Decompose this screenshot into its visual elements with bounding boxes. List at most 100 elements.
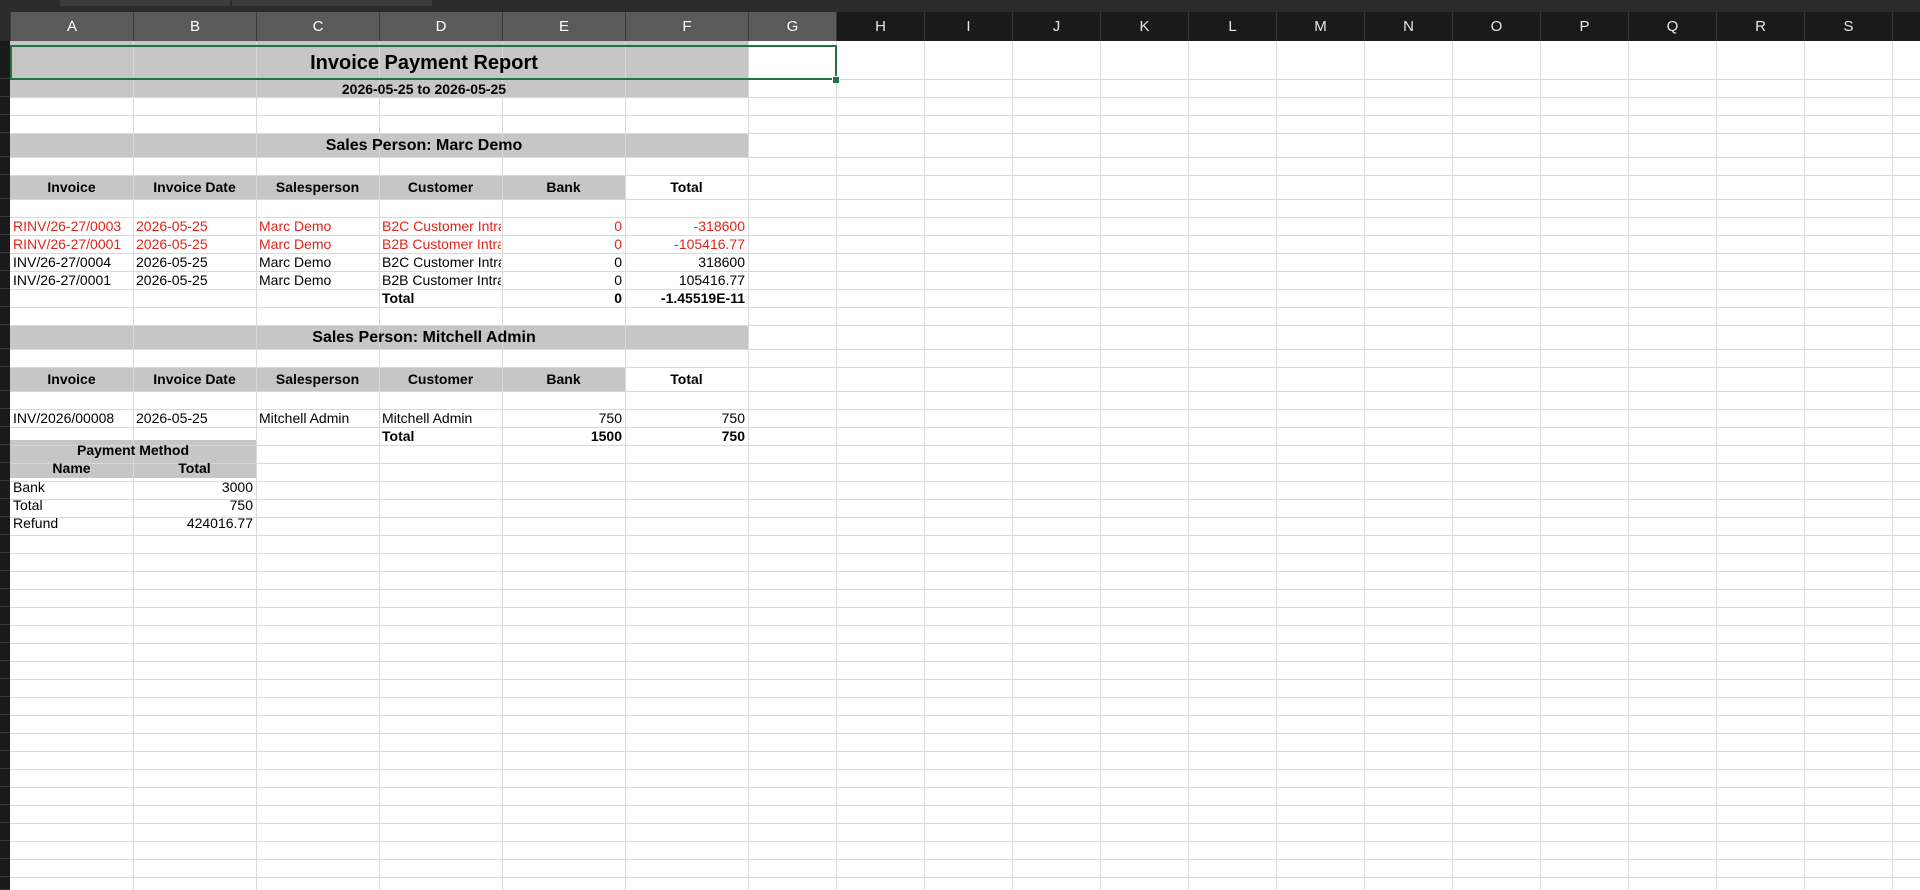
cell-salesperson[interactable]: Mitchell Admin <box>259 409 378 427</box>
row-header[interactable] <box>0 79 10 97</box>
payment-method-name-header[interactable]: Name <box>10 459 133 477</box>
select-all-corner[interactable] <box>0 12 10 41</box>
cell-invoice[interactable]: INV/2026/00008 <box>13 409 132 427</box>
row-header[interactable] <box>0 409 10 427</box>
header-salesperson[interactable]: Salesperson <box>256 178 379 196</box>
cell-bank[interactable]: 0 <box>505 235 622 253</box>
cell-invoice-date[interactable]: 2026-05-25 <box>136 217 255 235</box>
fill-handle[interactable] <box>832 76 840 84</box>
row-header[interactable] <box>0 751 10 769</box>
column-header-a[interactable]: A <box>10 12 133 41</box>
cell-customer[interactable]: B2C Customer Intra <box>382 253 501 271</box>
row-header[interactable] <box>0 391 10 409</box>
row-header[interactable] <box>0 253 10 271</box>
row-header[interactable] <box>0 733 10 751</box>
cell-total-label[interactable]: Total <box>382 427 501 445</box>
row-header[interactable] <box>0 859 10 877</box>
cell-bank[interactable]: 750 <box>505 409 622 427</box>
payment-method-name[interactable]: Refund <box>13 514 132 532</box>
row-header[interactable] <box>0 697 10 715</box>
row-header[interactable] <box>0 133 10 157</box>
column-header-k[interactable]: K <box>1100 12 1188 41</box>
column-header-r[interactable]: R <box>1716 12 1804 41</box>
cell-bank[interactable]: 0 <box>505 253 622 271</box>
row-header[interactable] <box>0 607 10 625</box>
row-header[interactable] <box>0 115 10 133</box>
row-header[interactable] <box>0 769 10 787</box>
row-header[interactable] <box>0 823 10 841</box>
cell-total-total[interactable]: 750 <box>628 427 745 445</box>
cell-salesperson[interactable]: Marc Demo <box>259 217 378 235</box>
cell-invoice-date[interactable]: 2026-05-25 <box>136 409 255 427</box>
cell-invoice-date[interactable]: 2026-05-25 <box>136 253 255 271</box>
row-header[interactable] <box>0 805 10 823</box>
row-header[interactable] <box>0 235 10 253</box>
cell-invoice-date[interactable]: 2026-05-25 <box>136 271 255 289</box>
column-header-e[interactable]: E <box>502 12 625 41</box>
toolbar-tab[interactable] <box>232 0 432 6</box>
spreadsheet-grid[interactable]: Invoice Payment Report 2026-05-25 to 202… <box>10 41 1920 890</box>
column-header-o[interactable]: O <box>1452 12 1540 41</box>
column-header-n[interactable]: N <box>1364 12 1452 41</box>
cell-customer[interactable]: B2C Customer Intra <box>382 217 501 235</box>
cell-bank[interactable]: 0 <box>505 217 622 235</box>
column-header-s[interactable]: S <box>1804 12 1892 41</box>
cell-salesperson[interactable]: Marc Demo <box>259 253 378 271</box>
column-header-d[interactable]: D <box>379 12 502 41</box>
cell-invoice[interactable]: INV/26-27/0004 <box>13 253 132 271</box>
toolbar-tab[interactable] <box>60 0 230 6</box>
row-header[interactable] <box>0 445 10 463</box>
column-header-f[interactable]: F <box>625 12 748 41</box>
row-header[interactable] <box>0 217 10 235</box>
header-bank[interactable]: Bank <box>502 370 625 388</box>
column-header-h[interactable]: H <box>836 12 924 41</box>
row-header[interactable] <box>0 571 10 589</box>
column-header-l[interactable]: L <box>1188 12 1276 41</box>
cell-salesperson[interactable]: Marc Demo <box>259 271 378 289</box>
row-header[interactable] <box>0 535 10 553</box>
cell-total[interactable]: -105416.77 <box>628 235 745 253</box>
cell-total[interactable]: -318600 <box>628 217 745 235</box>
payment-method-total[interactable]: 3000 <box>136 478 253 496</box>
section-heading-mitchell-admin[interactable]: Sales Person: Mitchell Admin <box>10 328 838 348</box>
row-header[interactable] <box>0 307 10 325</box>
row-header[interactable] <box>0 877 10 890</box>
cell-customer[interactable]: B2B Customer Intra <box>382 235 501 253</box>
cell-total[interactable]: 750 <box>628 409 745 427</box>
column-header-i[interactable]: I <box>924 12 1012 41</box>
row-header[interactable] <box>0 463 10 481</box>
row-header[interactable] <box>0 643 10 661</box>
payment-method-name[interactable]: Bank <box>13 478 132 496</box>
row-header[interactable] <box>0 625 10 643</box>
row-header[interactable] <box>0 589 10 607</box>
row-header[interactable] <box>0 679 10 697</box>
row-header[interactable] <box>0 481 10 499</box>
row-header[interactable] <box>0 499 10 517</box>
column-header-p[interactable]: P <box>1540 12 1628 41</box>
header-customer[interactable]: Customer <box>379 178 502 196</box>
header-invoice[interactable]: Invoice <box>10 370 133 388</box>
payment-method-name[interactable]: Total <box>13 496 132 514</box>
row-header[interactable] <box>0 157 10 175</box>
header-invoice-date[interactable]: Invoice Date <box>133 178 256 196</box>
cell-total-bank[interactable]: 0 <box>505 289 622 307</box>
cell-invoice[interactable]: RINV/26-27/0001 <box>13 235 132 253</box>
cell-total[interactable]: 318600 <box>628 253 745 271</box>
row-header[interactable] <box>0 325 10 349</box>
row-header[interactable] <box>0 553 10 571</box>
row-header[interactable] <box>0 841 10 859</box>
row-header[interactable] <box>0 787 10 805</box>
row-header[interactable] <box>0 661 10 679</box>
column-header-j[interactable]: J <box>1012 12 1100 41</box>
cell-customer[interactable]: Mitchell Admin <box>382 409 501 427</box>
row-header[interactable] <box>0 199 10 217</box>
row-header[interactable] <box>0 517 10 535</box>
payment-method-heading[interactable]: Payment Method <box>10 441 256 459</box>
cell-total-bank[interactable]: 1500 <box>505 427 622 445</box>
row-header[interactable] <box>0 175 10 199</box>
cell-invoice[interactable]: RINV/26-27/0003 <box>13 217 132 235</box>
column-header-m[interactable]: M <box>1276 12 1364 41</box>
header-total[interactable]: Total <box>625 178 748 196</box>
header-customer[interactable]: Customer <box>379 370 502 388</box>
row-header[interactable] <box>0 289 10 307</box>
